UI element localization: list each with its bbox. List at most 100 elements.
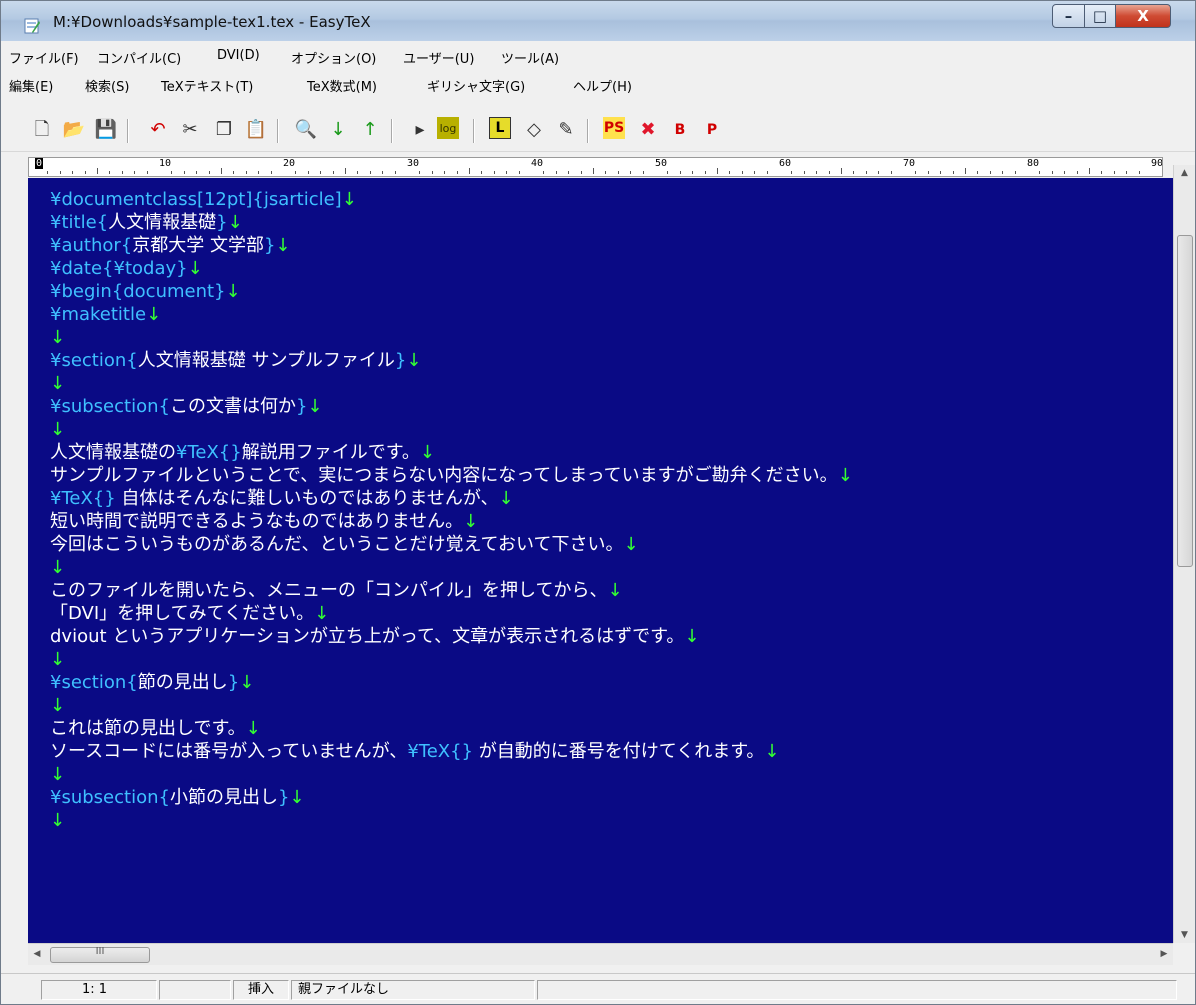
title-bar[interactable]: M:¥Downloads¥sample-tex1.tex - EasyTeX –… bbox=[1, 1, 1195, 41]
ruler-tick bbox=[754, 171, 756, 174]
editor-line[interactable]: ↓ bbox=[50, 694, 1173, 717]
edit-icon[interactable]: ✎ bbox=[553, 117, 579, 143]
tex-command: ¥TeX{} bbox=[407, 741, 474, 762]
menu-search[interactable]: 検索(S) bbox=[85, 76, 129, 95]
minimize-button[interactable]: – bbox=[1052, 4, 1085, 28]
editor-line[interactable]: ¥maketitle↓ bbox=[50, 303, 1173, 326]
editor-line[interactable]: ¥author{京都大学 文学部}↓ bbox=[50, 234, 1173, 257]
scroll-up-icon[interactable]: ▲ bbox=[1174, 165, 1195, 181]
editor-line[interactable]: ↓ bbox=[50, 763, 1173, 786]
editor-line[interactable]: ↓ bbox=[50, 372, 1173, 395]
tex-command: ¥subsection{ bbox=[50, 396, 170, 417]
cut-icon[interactable]: ✂ bbox=[177, 117, 203, 143]
line-break-marker: ↓ bbox=[245, 718, 261, 739]
editor-line[interactable]: ソースコードには番号が入っていませんが、¥TeX{} が自動的に番号を付けてくれ… bbox=[50, 740, 1173, 763]
editor-line[interactable]: 人文情報基礎の¥TeX{}解説用ファイルです。↓ bbox=[50, 441, 1173, 464]
scroll-right-icon[interactable]: ▶ bbox=[1155, 944, 1173, 965]
line-break-marker: ↓ bbox=[146, 304, 162, 325]
log-icon[interactable]: log bbox=[437, 117, 459, 139]
menu-tex-text[interactable]: TeXテキスト(T) bbox=[161, 76, 253, 95]
editor-line[interactable]: ↓ bbox=[50, 648, 1173, 671]
editor-line[interactable]: これは節の見出しです。↓ bbox=[50, 717, 1173, 740]
toolbar-separator bbox=[391, 119, 392, 143]
vertical-scroll-thumb[interactable] bbox=[1177, 235, 1193, 567]
editor-line[interactable]: サンプルファイルということで、実につまらない内容になってしまっていますがご勘弁く… bbox=[50, 464, 1173, 487]
menu-user[interactable]: ユーザー(U) bbox=[403, 48, 474, 67]
text-run: dviout というアプリケーションが立ち上がって、文章が表示されるはずです。 bbox=[50, 626, 685, 647]
ruler-number: 10 bbox=[159, 158, 172, 169]
editor-line[interactable]: このファイルを開いたら、メニューの「コンパイル」を押してから、↓ bbox=[50, 579, 1173, 602]
horizontal-scroll-thumb[interactable]: III bbox=[50, 946, 150, 963]
editor-line[interactable]: ¥subsection{この文書は何か}↓ bbox=[50, 395, 1173, 418]
vertical-scrollbar[interactable]: ▲ ▼ bbox=[1173, 165, 1195, 943]
line-break-marker: ↓ bbox=[623, 534, 639, 555]
editor-line[interactable]: ¥section{人文情報基礎 サンプルファイル}↓ bbox=[50, 349, 1173, 372]
editor-line[interactable]: ¥TeX{} 自体はそんなに難しいものではありませんが、↓ bbox=[50, 487, 1173, 510]
editor-line[interactable]: ¥title{人文情報基礎}↓ bbox=[50, 211, 1173, 234]
editor-line[interactable]: ↓ bbox=[50, 326, 1173, 349]
pbibtex-icon[interactable]: P bbox=[699, 117, 725, 143]
text-run: 人文情報基礎 bbox=[108, 212, 217, 233]
ruler-tick bbox=[667, 171, 669, 174]
menu-option[interactable]: オプション(O) bbox=[291, 48, 376, 67]
menu-edit[interactable]: 編集(E) bbox=[9, 76, 53, 95]
save-icon[interactable]: 💾 bbox=[93, 117, 119, 143]
ps-icon[interactable]: PS bbox=[603, 117, 625, 139]
close-button[interactable]: X bbox=[1115, 4, 1171, 28]
menu-greek[interactable]: ギリシャ文字(G) bbox=[427, 76, 525, 95]
undo-icon[interactable]: ↶ bbox=[145, 117, 171, 143]
editor-line[interactable]: 今回はこういうものがあるんだ、ということだけ覚えておいて下さい。↓ bbox=[50, 533, 1173, 556]
ruler-tick bbox=[617, 171, 619, 174]
new-file-icon[interactable]: 🗋 bbox=[29, 117, 55, 143]
menu-compile[interactable]: コンパイル(C) bbox=[97, 48, 181, 67]
dvi-icon[interactable]: ▸ bbox=[407, 117, 433, 143]
menu-dvi[interactable]: DVI(D) bbox=[217, 48, 260, 63]
copy-icon[interactable]: ❐ bbox=[211, 117, 237, 143]
text-editor[interactable]: ¥documentclass[12pt]{jsarticle]↓ ¥title{人… bbox=[28, 178, 1173, 943]
bibtex-icon[interactable]: B bbox=[667, 117, 693, 143]
horizontal-scrollbar[interactable]: ◀ III ▶ bbox=[28, 943, 1173, 965]
ruler-tick bbox=[977, 171, 979, 174]
ruler-tick bbox=[816, 171, 818, 174]
ruler-number: 30 bbox=[407, 158, 420, 169]
tex-command: ¥section{ bbox=[50, 672, 138, 693]
menu-help[interactable]: ヘルプ(H) bbox=[573, 76, 632, 95]
editor-line[interactable]: ↓ bbox=[50, 418, 1173, 441]
editor-line[interactable]: 短い時間で説明できるようなものではありません。↓ bbox=[50, 510, 1173, 533]
ruler-tick bbox=[245, 171, 247, 174]
find-icon[interactable]: 🔍 bbox=[293, 117, 319, 143]
eraser-icon[interactable]: ◇ bbox=[521, 117, 547, 143]
editor-line[interactable]: ¥documentclass[12pt]{jsarticle]↓ bbox=[50, 188, 1173, 211]
paste-icon[interactable]: 📋 bbox=[243, 117, 269, 143]
open-folder-icon[interactable]: 📂 bbox=[61, 117, 87, 143]
scroll-down-icon[interactable]: ▼ bbox=[1174, 927, 1195, 943]
menu-bar-row-2: 編集(E) 検索(S) TeXテキスト(T) TeX数式(M) ギリシャ文字(G… bbox=[1, 71, 1195, 98]
tex-command: ¥title{ bbox=[50, 212, 109, 233]
ruler-tick bbox=[766, 171, 768, 174]
latex-icon[interactable]: L bbox=[489, 117, 511, 139]
line-break-marker: ↓ bbox=[307, 396, 323, 417]
editor-line[interactable]: ¥subsection{小節の見出し}↓ bbox=[50, 786, 1173, 809]
editor-line[interactable]: ↓ bbox=[50, 809, 1173, 832]
maximize-button[interactable]: □ bbox=[1084, 4, 1116, 28]
line-break-marker: ↓ bbox=[227, 212, 243, 233]
text-run: 小節の見出し bbox=[169, 787, 278, 808]
text-run: 節の見出し bbox=[137, 672, 228, 693]
down-arrow-icon[interactable]: ↓ bbox=[325, 117, 351, 143]
scroll-left-icon[interactable]: ◀ bbox=[28, 944, 46, 965]
editor-line[interactable]: ¥begin{document}↓ bbox=[50, 280, 1173, 303]
ruler-tick bbox=[196, 171, 198, 174]
up-arrow-icon[interactable]: ↑ bbox=[357, 117, 383, 143]
menu-tex-math[interactable]: TeX数式(M) bbox=[307, 76, 377, 95]
menu-tools[interactable]: ツール(A) bbox=[501, 48, 559, 67]
editor-line[interactable]: ¥date{¥today}↓ bbox=[50, 257, 1173, 280]
editor-line[interactable]: ↓ bbox=[50, 556, 1173, 579]
ruler-tick bbox=[1101, 171, 1103, 174]
editor-line[interactable]: dviout というアプリケーションが立ち上がって、文章が表示されるはずです。↓ bbox=[50, 625, 1173, 648]
editor-line[interactable]: 「DVI」を押してみてください。↓ bbox=[50, 602, 1173, 625]
editor-line[interactable]: ¥section{節の見出し}↓ bbox=[50, 671, 1173, 694]
ruler-tick bbox=[47, 171, 49, 174]
line-break-marker: ↓ bbox=[764, 741, 780, 762]
pdf-icon[interactable]: ✖ bbox=[635, 117, 661, 143]
menu-file[interactable]: ファイル(F) bbox=[9, 48, 79, 67]
